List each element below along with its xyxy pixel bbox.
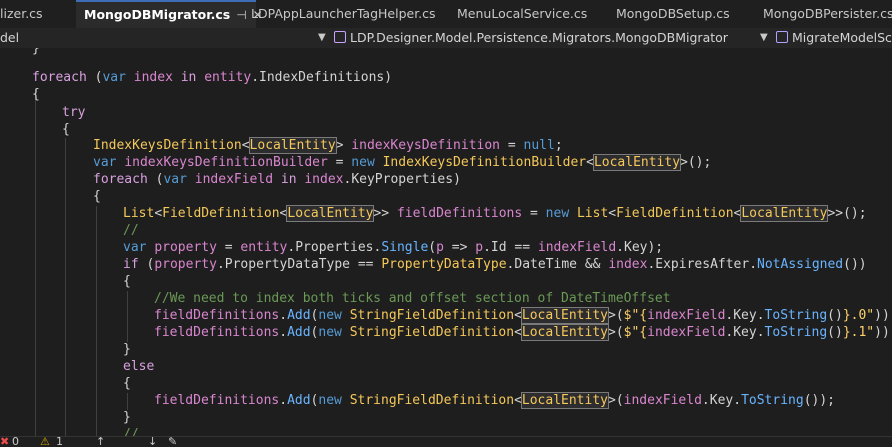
navigation-bar: del ▼ LDP.Designer.Model.Persistence.Mig… <box>0 28 892 49</box>
status-bar: ✖ 0 ⚠ 1 ↑ ↓ ✎ <box>0 436 892 447</box>
arrow-down-icon[interactable]: ↓ <box>148 437 157 447</box>
tab-label: MongoDBPersister.cs <box>763 6 892 21</box>
code-line: } <box>123 410 131 425</box>
chevron-down-icon[interactable]: ▼ <box>318 28 326 48</box>
indent-guide <box>65 138 66 436</box>
indent-guide <box>127 291 128 342</box>
tab-mongodbmigrator[interactable]: MongoDBMigrator.cs ⊣ ✕ <box>76 0 263 28</box>
chevron-down-icon[interactable]: ▼ <box>760 28 768 48</box>
code-line: fieldDefinitions.Add(new StringFieldDefi… <box>154 324 892 341</box>
pin-icon[interactable]: ⊣ <box>236 8 246 22</box>
type-label: LDP.Designer.Model.Persistence.Migrators… <box>350 30 728 45</box>
code-line: foreach (var indexField in index.KeyProp… <box>93 172 461 187</box>
arrow-up-icon[interactable]: ↑ <box>96 437 105 447</box>
warning-icon[interactable]: ⚠ <box>40 437 50 447</box>
project-dropdown[interactable]: del <box>0 28 320 48</box>
tab-ldpapplaunchertaghelper[interactable]: LDPAppLauncherTagHelper.cs <box>251 0 436 28</box>
tab-mongodbsetup[interactable]: MongoDBSetup.cs <box>616 0 730 28</box>
code-line: List<FieldDefinition<LocalEntity>> field… <box>123 205 867 222</box>
code-line: // <box>123 223 139 238</box>
code-editor[interactable]: } foreach (var index in entity.IndexDefi… <box>0 48 892 436</box>
method-icon <box>776 31 788 43</box>
code-line: fieldDefinitions.Add(new StringFieldDefi… <box>154 307 892 324</box>
code-line: { <box>93 189 101 204</box>
project-label: del <box>0 30 20 45</box>
class-icon <box>334 31 346 43</box>
error-count: 0 <box>12 436 19 447</box>
tab-label: MongoDBSetup.cs <box>616 6 730 21</box>
tab-label: MenuLocalService.cs <box>457 6 588 21</box>
tab-serializer[interactable]: lizer.cs <box>0 0 43 28</box>
code-line: else <box>123 359 155 374</box>
code-line: { <box>32 87 40 102</box>
warning-count: 1 <box>56 436 63 447</box>
indent-guide <box>127 393 128 410</box>
type-dropdown[interactable]: LDP.Designer.Model.Persistence.Migrators… <box>334 28 754 48</box>
member-dropdown[interactable]: MigrateModelSche <box>776 28 892 48</box>
code-line: { <box>123 376 131 391</box>
code-line: // <box>123 427 139 436</box>
code-line: foreach (var index in entity.IndexDefini… <box>32 70 393 85</box>
tab-label: LDPAppLauncherTagHelper.cs <box>251 6 436 21</box>
code-line: var property = entity.Properties.Single(… <box>123 240 664 255</box>
brush-icon[interactable]: ✎ <box>168 437 177 447</box>
indent-guide <box>96 206 97 436</box>
code-line: { <box>62 122 70 137</box>
code-line: try <box>62 105 86 120</box>
error-icon[interactable]: ✖ <box>0 437 9 447</box>
tab-mongodbpersister[interactable]: MongoDBPersister.cs <box>763 0 892 28</box>
tab-label: lizer.cs <box>0 6 43 21</box>
tab-label: MongoDBMigrator.cs <box>84 7 231 22</box>
code-line: } <box>32 48 40 56</box>
code-line: } <box>123 342 131 357</box>
code-line: if (property.PropertyDataType == Propert… <box>123 257 867 272</box>
document-tab-bar: lizer.cs MongoDBMigrator.cs ⊣ ✕ LDPAppLaun… <box>0 0 892 29</box>
indent-guide <box>35 88 36 436</box>
code-line: fieldDefinitions.Add(new StringFieldDefi… <box>154 392 835 409</box>
member-label: MigrateModelSche <box>792 30 892 45</box>
tab-menulocalservice[interactable]: MenuLocalService.cs <box>457 0 587 28</box>
code-line: //We need to index both ticks and offset… <box>154 291 671 306</box>
code-line: { <box>123 274 131 289</box>
code-line: IndexKeysDefinition<LocalEntity> indexKe… <box>93 137 563 154</box>
code-line: var indexKeysDefinitionBuilder = new Ind… <box>93 154 712 171</box>
